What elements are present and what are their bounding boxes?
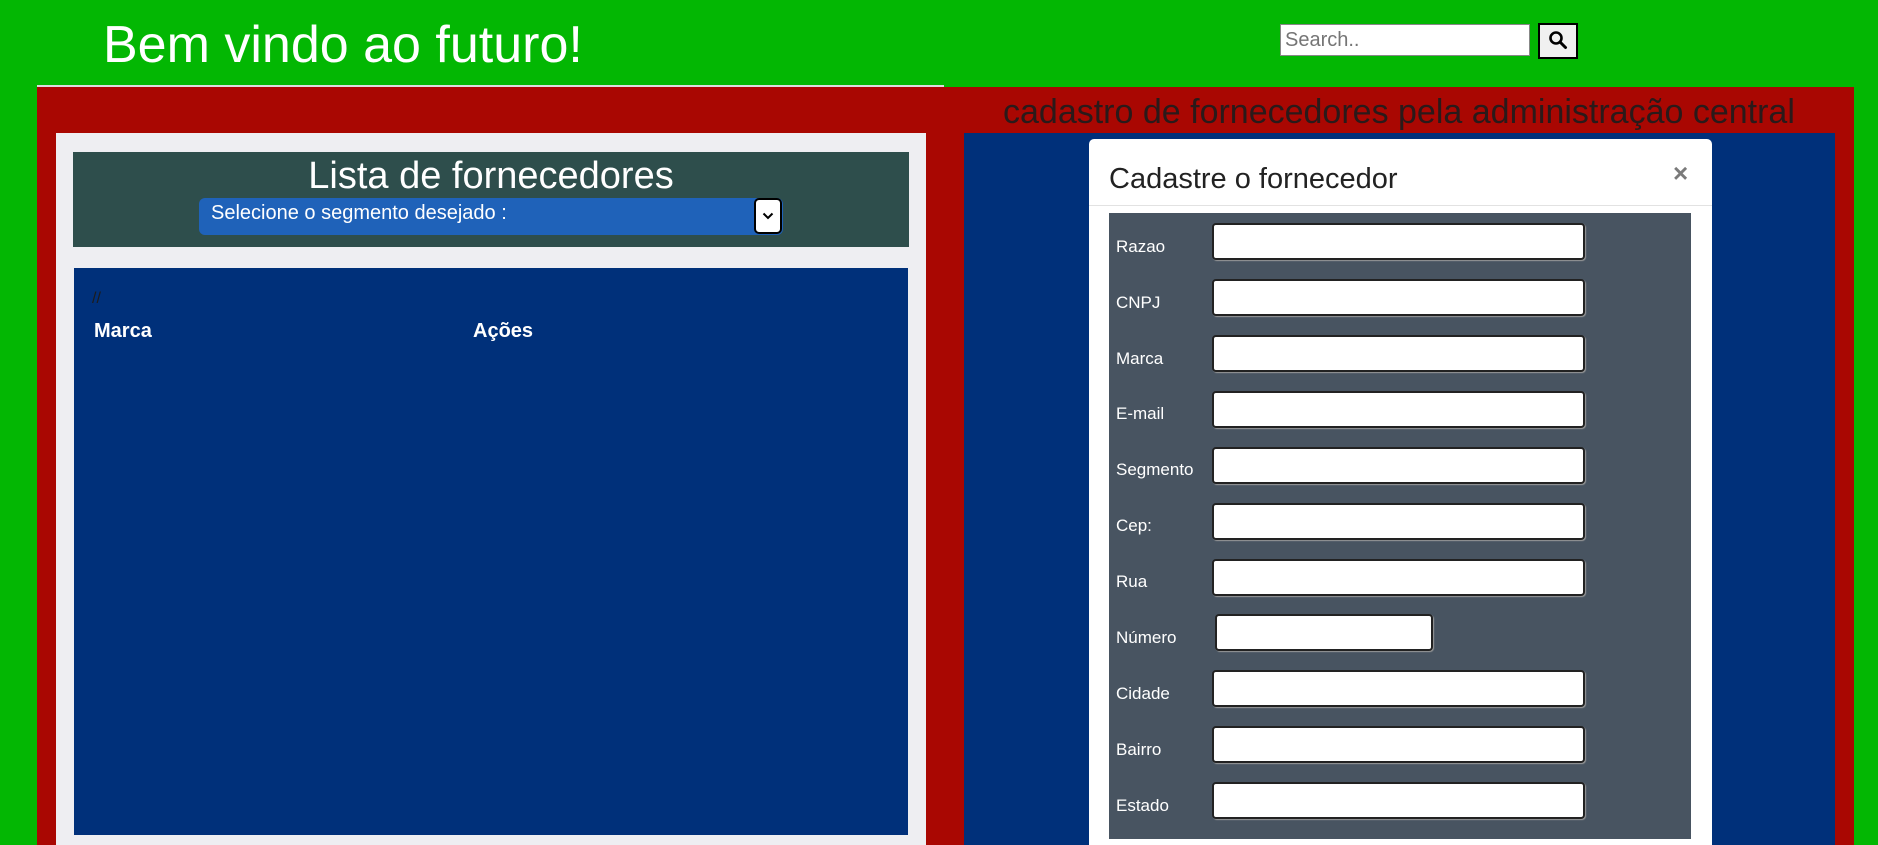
estado-field[interactable] bbox=[1212, 782, 1585, 819]
razao-field[interactable] bbox=[1212, 223, 1585, 260]
search-button[interactable] bbox=[1538, 23, 1578, 59]
comment-text: // bbox=[92, 290, 101, 307]
cidade-field[interactable] bbox=[1212, 670, 1585, 707]
field-label-cep: Cep: bbox=[1116, 516, 1152, 535]
numero-field[interactable] bbox=[1215, 614, 1433, 651]
column-header-acoes: Ações bbox=[473, 320, 534, 342]
search-input[interactable] bbox=[1280, 24, 1530, 56]
site-title: Bem vindo ao futuro! bbox=[103, 16, 583, 74]
cep-field[interactable] bbox=[1212, 503, 1585, 540]
segment-select-label: Selecione o segmento desejado : bbox=[211, 202, 507, 224]
field-label-cidade: Cidade bbox=[1116, 684, 1170, 703]
column-header-marca: Marca bbox=[94, 320, 152, 342]
marca-field[interactable] bbox=[1212, 335, 1585, 372]
bairro-field[interactable] bbox=[1212, 726, 1585, 763]
rua-field[interactable] bbox=[1212, 559, 1585, 596]
modal-divider bbox=[1089, 205, 1712, 206]
field-label-bairro: Bairro bbox=[1116, 740, 1162, 759]
email-field[interactable] bbox=[1212, 391, 1585, 428]
field-label-marca: Marca bbox=[1116, 349, 1164, 368]
supplier-table bbox=[74, 268, 908, 835]
cnpj-field[interactable] bbox=[1212, 279, 1585, 316]
segment-dropdown-button[interactable] bbox=[754, 198, 782, 234]
field-label-estado: Estado bbox=[1116, 796, 1169, 815]
segmento-field[interactable] bbox=[1212, 447, 1585, 484]
registration-section-title: cadastro de fornecedores pela administra… bbox=[1003, 93, 1795, 131]
modal-title: Cadastre o fornecedor bbox=[1109, 163, 1398, 195]
field-label-segmento: Segmento bbox=[1116, 460, 1194, 479]
chevron-down-icon bbox=[762, 207, 774, 225]
field-label-cnpj: CNPJ bbox=[1116, 293, 1161, 312]
supplier-list-title: Lista de fornecedores bbox=[308, 155, 674, 197]
field-label-razao: Razao bbox=[1116, 237, 1166, 256]
field-label-email: E-mail bbox=[1116, 404, 1165, 423]
close-icon[interactable]: × bbox=[1673, 158, 1688, 189]
search-icon bbox=[1548, 30, 1568, 53]
field-label-rua: Rua bbox=[1116, 572, 1148, 591]
field-label-numero: Número bbox=[1116, 628, 1177, 647]
